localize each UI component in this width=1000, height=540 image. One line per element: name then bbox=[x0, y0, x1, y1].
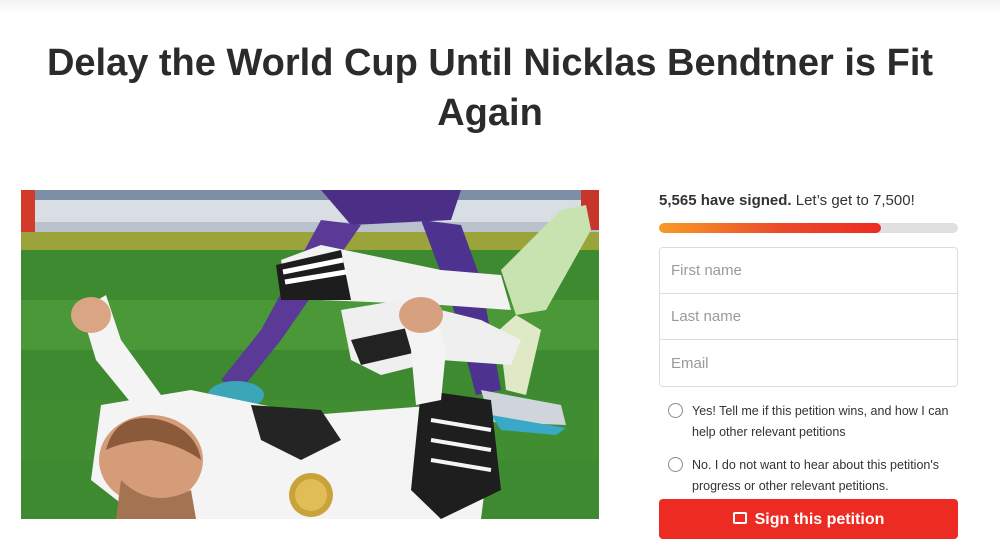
opt-in-yes-radio[interactable] bbox=[668, 403, 683, 418]
signature-progress-fill bbox=[659, 223, 881, 233]
last-name-field[interactable] bbox=[660, 294, 957, 340]
signature-goal: Let’s get to 7,500! bbox=[795, 192, 915, 209]
signature-progress-text: 5,565 have signed. Let’s get to 7,500! bbox=[659, 190, 958, 212]
petition-image bbox=[21, 190, 599, 519]
lock-icon bbox=[732, 512, 747, 524]
petition-title: Delay the World Cup Until Nicklas Bendtn… bbox=[46, 42, 934, 134]
signature-panel: 5,565 have signed. Let’s get to 7,500! Y… bbox=[659, 190, 958, 539]
signature-progress-bar bbox=[659, 223, 958, 233]
opt-in-no-option[interactable]: No. I do not want to hear about this pet… bbox=[659, 455, 958, 497]
injured-player-photo bbox=[21, 190, 599, 519]
opt-in-no-label: No. I do not want to hear about this pet… bbox=[692, 458, 939, 493]
first-name-field[interactable] bbox=[660, 248, 957, 294]
email-field[interactable] bbox=[660, 340, 957, 386]
signer-fields bbox=[659, 247, 958, 387]
sign-petition-label: Sign this petition bbox=[754, 511, 885, 528]
signature-count: 5,565 have signed. bbox=[659, 192, 792, 209]
opt-in-yes-label: Yes! Tell me if this petition wins, and … bbox=[692, 404, 949, 439]
opt-in-yes-option[interactable]: Yes! Tell me if this petition wins, and … bbox=[659, 401, 958, 443]
sign-petition-button[interactable]: Sign this petition bbox=[659, 499, 958, 539]
opt-in-no-radio[interactable] bbox=[668, 457, 683, 472]
top-fade bbox=[0, 0, 1000, 14]
